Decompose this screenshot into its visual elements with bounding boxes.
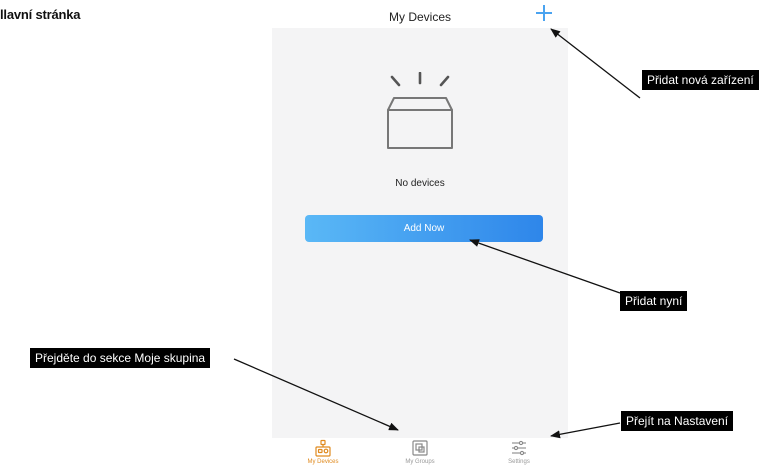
callout-add-new-devices: Přidat nová zařízení — [642, 70, 759, 90]
arrow-to-settings — [550, 422, 621, 439]
arrow-to-groups — [233, 358, 399, 431]
callout-go-to-settings: Přejít na Nastavení — [621, 411, 734, 431]
callout-add-now: Přidat nyní — [620, 291, 688, 311]
arrow-to-plus — [550, 28, 641, 99]
arrow-to-add-now — [469, 239, 621, 294]
callout-go-to-groups: Přejděte do sekce Moje skupina — [30, 348, 211, 368]
